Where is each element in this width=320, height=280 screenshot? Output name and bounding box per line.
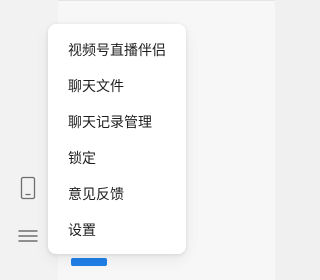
menu-item-chat-files[interactable]: 聊天文件	[48, 69, 186, 105]
menu-item-settings[interactable]: 设置	[48, 213, 186, 249]
menu-item-video-live-companion[interactable]: 视频号直播伴侣	[48, 33, 186, 69]
menu-item-lock[interactable]: 锁定	[48, 141, 186, 177]
more-options-menu: 视频号直播伴侣 聊天文件 聊天记录管理 锁定 意见反馈 设置	[48, 24, 186, 254]
menu-item-label: 聊天文件	[68, 79, 124, 95]
menu-item-chat-history-management[interactable]: 聊天记录管理	[48, 105, 186, 141]
menu-item-label: 聊天记录管理	[68, 115, 152, 131]
menu-item-label: 意见反馈	[68, 187, 124, 203]
menu-item-label: 设置	[68, 223, 96, 239]
menu-item-feedback[interactable]: 意见反馈	[48, 177, 186, 213]
hamburger-menu-icon[interactable]	[18, 228, 38, 244]
menu-item-label: 视频号直播伴侣	[68, 43, 166, 59]
main-panel-divider	[58, 0, 275, 1]
partial-blue-button[interactable]	[71, 258, 107, 266]
phone-icon[interactable]	[20, 176, 36, 200]
menu-item-label: 锁定	[68, 151, 96, 167]
